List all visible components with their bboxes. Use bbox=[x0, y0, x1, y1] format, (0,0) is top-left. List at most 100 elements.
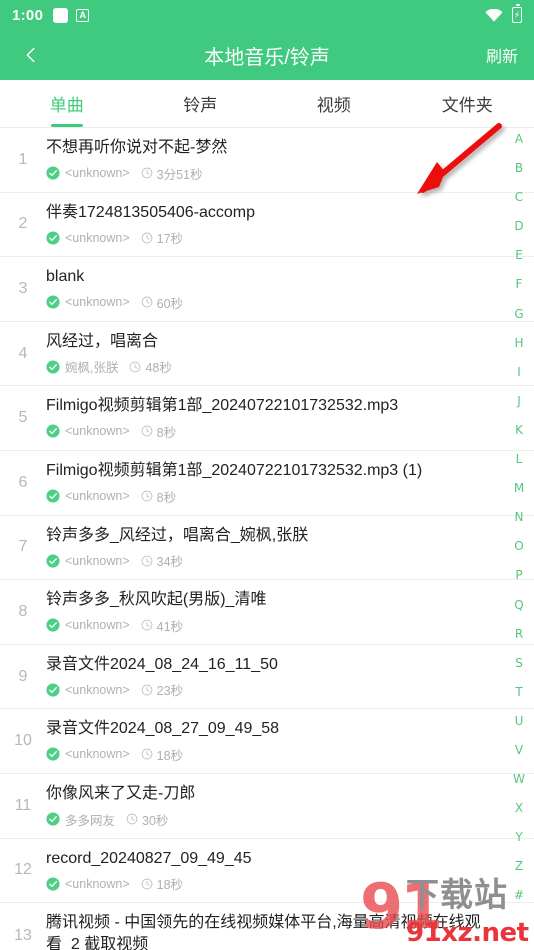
clock-icon bbox=[141, 878, 153, 890]
song-artist: <unknown> bbox=[65, 295, 130, 310]
clock-icon bbox=[126, 813, 138, 825]
back-button[interactable] bbox=[16, 40, 46, 70]
song-meta: <unknown> 60秒 bbox=[46, 293, 494, 312]
song-row[interactable]: 12 record_20240827_09_49_45 <unknown> 18秒 bbox=[0, 839, 534, 904]
tab-ringtones[interactable]: 铃声 bbox=[134, 80, 268, 127]
alpha-index-letter[interactable]: M bbox=[514, 482, 524, 494]
alpha-index-letter[interactable]: E bbox=[515, 249, 523, 261]
alpha-index-letter[interactable]: W bbox=[513, 773, 525, 785]
song-duration: 8秒 bbox=[156, 490, 177, 505]
clock-icon bbox=[141, 684, 153, 696]
song-row[interactable]: 6 Filmigo视频剪辑第1部_20240722101732532.mp3 (1… bbox=[0, 451, 534, 516]
alpha-index-letter[interactable]: T bbox=[515, 686, 522, 698]
song-row-number: 10 bbox=[14, 732, 32, 750]
song-row[interactable]: 8 铃声多多_秋风吹起(男版)_清唯 <unknown> 41秒 bbox=[0, 580, 534, 645]
alpha-index-letter[interactable]: O bbox=[514, 540, 523, 552]
song-row-number: 5 bbox=[18, 409, 28, 427]
alpha-index-letter[interactable]: Y bbox=[515, 831, 522, 843]
alpha-index-letter[interactable]: U bbox=[515, 715, 524, 727]
alpha-index-letter[interactable]: G bbox=[514, 308, 523, 320]
song-row-number: 8 bbox=[18, 602, 28, 620]
battery-charging-icon: ⚡ bbox=[512, 4, 522, 23]
alpha-index-letter[interactable]: X bbox=[515, 802, 523, 814]
song-row[interactable]: 10 录音文件2024_08_27_09_49_58 <unknown> 18秒 bbox=[0, 709, 534, 774]
alphabet-index-bar[interactable]: A B C D E F G H I J K L M N O P Q R S T U V W X Y Z # bbox=[504, 127, 534, 950]
song-title: Filmigo视频剪辑第1部_20240722101732532.mp3 bbox=[46, 397, 399, 415]
song-title: Filmigo视频剪辑第1部_20240722101732532.mp3 (1) bbox=[46, 461, 423, 479]
song-duration: 60秒 bbox=[156, 296, 184, 311]
song-title: 铃声多多_秋风吹起(男版)_清唯 bbox=[46, 591, 267, 609]
song-row-body: blank <unknown> 60秒 bbox=[46, 257, 494, 321]
song-row-body: 铃声多多_风经过，唱离合_婉枫,张朕 <unknown> 34秒 bbox=[46, 516, 494, 580]
song-row-body: Filmigo视频剪辑第1部_20240722101732532.mp3 (1)… bbox=[46, 451, 494, 515]
alpha-index-letter[interactable]: C bbox=[515, 191, 523, 203]
song-title: record_20240827_09_49_45 bbox=[46, 849, 252, 867]
song-row[interactable]: 13 腾讯视频 - 中国领先的在线视频媒体平台,海量高清视频在线观看_2 截取视频 bbox=[0, 903, 534, 950]
song-row-number: 7 bbox=[18, 538, 28, 556]
tab-bar: 单曲 铃声 视频 文件夹 bbox=[0, 80, 534, 128]
alpha-index-letter[interactable]: R bbox=[515, 628, 523, 640]
tab-songs[interactable]: 单曲 bbox=[0, 80, 134, 127]
alpha-index-letter[interactable]: N bbox=[515, 511, 524, 523]
alpha-index-letter[interactable]: K bbox=[515, 424, 523, 436]
clock-icon bbox=[141, 232, 153, 244]
check-circle-icon bbox=[46, 747, 60, 761]
song-row[interactable]: 7 铃声多多_风经过，唱离合_婉枫,张朕 <unknown> 34秒 bbox=[0, 516, 534, 581]
song-row[interactable]: 11 你像风来了又走-刀郎 多多网友 30秒 bbox=[0, 774, 534, 839]
alpha-index-letter[interactable]: I bbox=[517, 366, 521, 378]
song-duration: 8秒 bbox=[156, 425, 177, 440]
song-title: 录音文件2024_08_24_16_11_50 bbox=[46, 655, 278, 673]
song-row-body: 伴奏1724813505406-accomp <unknown> 17秒 bbox=[46, 193, 494, 257]
song-meta: 婉枫,张朕 48秒 bbox=[46, 357, 494, 376]
check-circle-icon bbox=[46, 877, 60, 891]
song-row[interactable]: 4 风经过，唱离合 婉枫,张朕 48秒 bbox=[0, 322, 534, 387]
song-artist: <unknown> bbox=[65, 747, 130, 762]
song-row[interactable]: 5 Filmigo视频剪辑第1部_20240722101732532.mp3 <un… bbox=[0, 386, 534, 451]
alpha-index-letter[interactable]: D bbox=[514, 220, 523, 232]
song-row[interactable]: 2 伴奏1724813505406-accomp <unknown> 17秒 bbox=[0, 193, 534, 258]
song-title: 录音文件2024_08_27_09_49_58 bbox=[46, 720, 280, 738]
chevron-left-icon bbox=[20, 44, 42, 66]
clock-icon bbox=[141, 167, 153, 179]
song-row-body: Filmigo视频剪辑第1部_20240722101732532.mp3 <unk… bbox=[46, 386, 494, 450]
tab-videos[interactable]: 视频 bbox=[267, 80, 401, 127]
song-meta: <unknown> 8秒 bbox=[46, 422, 494, 441]
alpha-index-letter[interactable]: H bbox=[514, 337, 523, 349]
song-row[interactable]: 1 不想再听你说对不起-梦然 <unknown> 3分51秒 bbox=[0, 128, 534, 193]
alpha-index-letter[interactable]: Q bbox=[514, 599, 523, 611]
song-meta: <unknown> 8秒 bbox=[46, 487, 494, 506]
song-meta: <unknown> 18秒 bbox=[46, 874, 494, 893]
song-row-number: 11 bbox=[14, 796, 32, 814]
song-row-body: 铃声多多_秋风吹起(男版)_清唯 <unknown> 41秒 bbox=[46, 580, 494, 644]
song-row[interactable]: 3 blank <unknown> 60秒 bbox=[0, 257, 534, 322]
alpha-index-letter[interactable]: L bbox=[516, 453, 523, 465]
song-meta: <unknown> 3分51秒 bbox=[46, 164, 494, 183]
alpha-index-letter[interactable]: F bbox=[516, 278, 523, 290]
alpha-index-letter[interactable]: B bbox=[515, 162, 523, 174]
song-artist: <unknown> bbox=[65, 230, 130, 245]
check-circle-icon bbox=[46, 360, 60, 374]
song-duration: 17秒 bbox=[156, 232, 184, 247]
alpha-index-letter[interactable]: V bbox=[515, 744, 523, 756]
clock-icon bbox=[141, 619, 153, 631]
alpha-index-letter[interactable]: S bbox=[515, 657, 523, 669]
song-meta: 多多网友 30秒 bbox=[46, 810, 494, 829]
song-row[interactable]: 9 录音文件2024_08_24_16_11_50 <unknown> 23秒 bbox=[0, 645, 534, 710]
tab-active-indicator bbox=[50, 124, 83, 127]
alpha-index-letter[interactable]: Z bbox=[515, 860, 523, 872]
status-bar: 1:00 A ⚡ bbox=[0, 0, 534, 30]
song-artist: <unknown> bbox=[65, 618, 130, 633]
alpha-index-letter[interactable]: J bbox=[517, 395, 521, 407]
alpha-index-letter[interactable]: P bbox=[515, 569, 522, 581]
alpha-index-letter[interactable]: A bbox=[515, 133, 523, 145]
refresh-button[interactable]: 刷新 bbox=[486, 43, 518, 67]
song-title: 铃声多多_风经过，唱离合_婉枫,张朕 bbox=[46, 526, 309, 544]
tab-videos-label: 视频 bbox=[316, 96, 351, 115]
app-root: 1:00 A ⚡ 本地音乐/铃声 刷新 单曲 铃声 视频 文件夹 1 不想再听你… bbox=[0, 0, 534, 950]
white-square-icon bbox=[53, 7, 69, 23]
song-duration: 41秒 bbox=[156, 619, 184, 634]
song-artist: 多多网友 bbox=[65, 813, 116, 828]
check-circle-icon bbox=[46, 231, 60, 245]
tab-folders[interactable]: 文件夹 bbox=[401, 80, 534, 127]
alpha-index-letter[interactable]: # bbox=[514, 889, 524, 901]
